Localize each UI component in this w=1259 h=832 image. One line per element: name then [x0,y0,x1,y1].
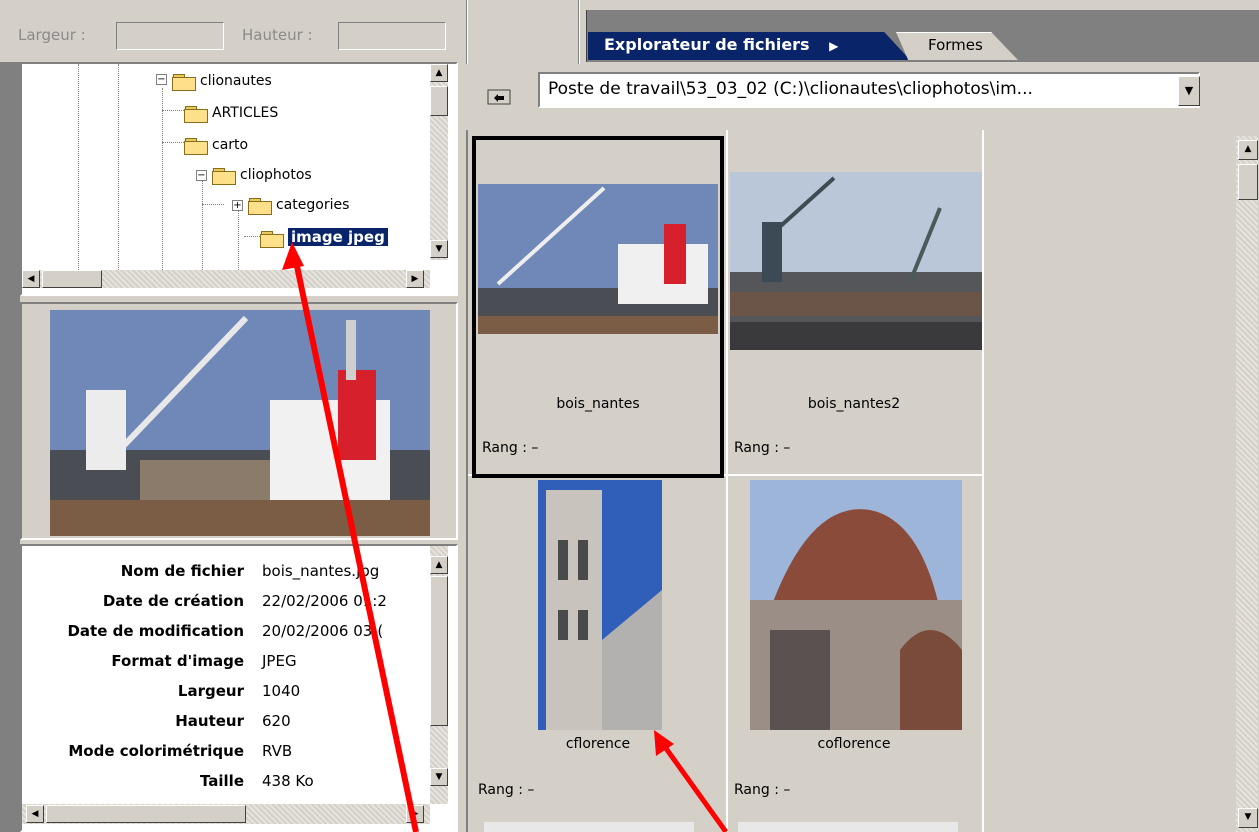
thumbnail-name: coflorence [817,736,891,752]
metadata-value: RVB [262,742,293,760]
thumbnail-image [538,480,662,730]
metadata-row: Nom de fichier bois_nantes.jpg [22,556,422,586]
thumbnail-item[interactable]: cflorence Rang : – [472,478,724,820]
tree-item-carto[interactable]: carto [184,134,248,156]
metadata-value: 620 [262,712,291,730]
toolbar-divider [578,0,580,64]
thumbnail-rank: Rang : – [734,440,791,456]
metadata-value: bois_nantes.jpg [262,562,380,580]
tab-label: Explorateur de fichiers [604,35,810,54]
metadata-key: Date de modification [67,622,244,640]
thumbnail-item[interactable]: bois_nantes Rang : – [472,136,724,478]
tree-item-cliophotos[interactable]: cliophotos [212,164,312,186]
metadata-key: Date de création [102,592,244,610]
folder-tree[interactable]: − clionautes ARTICLES carto − cliophotos… [20,62,458,296]
metadata-key: Hauteur [175,712,244,730]
thumbnail-item[interactable]: coflorence Rang : – [728,478,980,820]
folder-icon [248,197,272,215]
tree-item-categories[interactable]: categories [248,194,349,216]
thumbnail-grid[interactable]: bois_nantes Rang : – bois_nantes2 Rang :… [466,130,1240,832]
up-folder-button[interactable] [484,84,514,108]
tree-vscroll-thumb[interactable] [430,86,448,116]
scroll-left-icon[interactable]: ◀ [22,270,40,288]
tab-label: Formes [928,36,983,54]
thumbnail-rank: Rang : – [478,782,535,798]
chevron-down-icon[interactable]: ▼ [1178,76,1200,106]
tree-item-articles[interactable]: ARTICLES [184,102,278,124]
metadata-row: Largeur 1040 [22,676,422,706]
metadata-row: Mode colorimétrique RVB [22,736,422,766]
folder-icon [184,137,208,155]
scroll-left-icon[interactable]: ◀ [26,805,44,823]
thumbnail-item[interactable]: bois_nantes2 Rang : – [728,136,982,478]
thumbnail-image [730,172,982,350]
collapse-icon[interactable]: − [196,170,207,181]
metadata-value: 1040 [262,682,301,700]
metadata-value: 20/02/2006 03:( [262,622,384,640]
metadata-key: Taille [199,772,244,790]
width-input[interactable] [116,22,224,50]
tree-item-clionautes[interactable]: clionautes [172,70,272,92]
metadata-vscroll-thumb[interactable] [430,576,448,726]
thumbnail-image [478,184,718,334]
path-value: Poste de travail\53_03_02 (C:)\clionaute… [548,79,1033,99]
thumbnail-name: cflorence [565,736,631,752]
thumbnail-image [750,480,962,730]
tab-menu-arrow-icon[interactable]: ▶ [829,39,838,53]
scroll-up-icon[interactable]: ▲ [430,64,448,82]
left-edge [0,62,20,832]
scroll-right-icon[interactable]: ▶ [406,805,424,823]
height-input[interactable] [338,22,446,50]
metadata-row: Date de modification 20/02/2006 03:( [22,616,422,646]
scroll-up-icon[interactable]: ▲ [1238,140,1258,160]
metadata-row: Taille 438 Ko [22,766,422,796]
folder-icon [260,230,284,248]
grid-vscroll-track[interactable] [1236,136,1258,832]
preview-photo [50,310,430,536]
metadata-key: Nom de fichier [120,562,244,580]
metadata-panel: Nom de fichier bois_nantes.jpg Date de c… [20,544,458,832]
folder-icon [212,167,236,185]
scroll-up-icon[interactable]: ▲ [430,556,448,574]
metadata-value: 22/02/2006 01:2 [262,592,387,610]
metadata-row: Date de création 22/02/2006 01:2 [22,586,422,616]
thumbnail-rank: Rang : – [482,440,539,456]
thumbnail-name: bois_nantes2 [807,396,901,412]
toolbar-divider [466,0,468,64]
metadata-value: 438 Ko [262,772,314,790]
metadata-key: Mode colorimétrique [68,742,244,760]
scroll-down-icon[interactable]: ▼ [1238,808,1258,828]
thumbnail-name: bois_nantes [556,396,640,412]
metadata-key: Largeur [177,682,244,700]
path-dropdown[interactable]: Poste de travail\53_03_02 (C:)\clionaute… [538,72,1200,108]
tree-hscroll-thumb[interactable] [42,270,102,288]
width-label: Largeur : [18,26,86,44]
tab-file-browser[interactable]: Explorateur de fichiers ▶ [588,32,910,60]
expand-icon[interactable]: + [232,200,243,211]
metadata-row: Hauteur 620 [22,706,422,736]
scroll-down-icon[interactable]: ▼ [430,240,448,258]
scroll-down-icon[interactable]: ▼ [430,768,448,786]
thumbnail-item[interactable] [484,822,694,832]
metadata-row: Format d'image JPEG [22,646,422,676]
up-folder-icon [487,89,511,105]
grid-vscroll-thumb[interactable] [1238,164,1258,200]
thumbnail-rank: Rang : – [734,782,791,798]
metadata-key: Format d'image [111,652,244,670]
image-preview [20,302,458,540]
height-label: Hauteur : [242,26,313,44]
folder-icon [172,73,196,91]
thumbnail-item[interactable] [738,822,958,832]
scroll-right-icon[interactable]: ▶ [406,270,424,288]
metadata-hscroll-thumb[interactable] [46,805,246,823]
metadata-value: JPEG [262,652,297,670]
folder-icon [184,105,208,123]
collapse-icon[interactable]: − [156,74,167,85]
tree-item-image-jpeg[interactable]: image jpeg [260,226,388,248]
